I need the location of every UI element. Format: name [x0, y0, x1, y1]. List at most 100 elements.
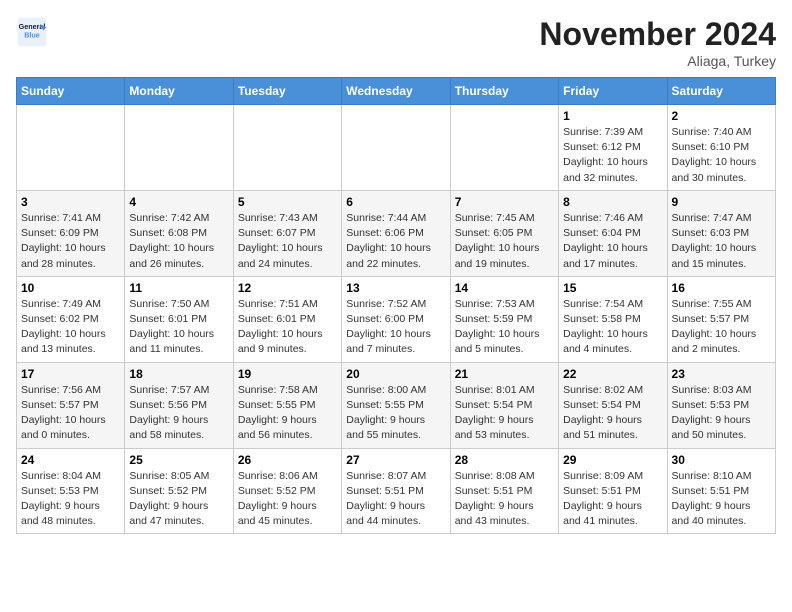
calendar-cell: 7 Sunrise: 7:45 AM Sunset: 6:05 PM Daylig…	[450, 190, 558, 276]
day-info: Sunrise: 7:54 AM Sunset: 5:58 PM Dayligh…	[563, 297, 662, 358]
day-info: Sunrise: 8:10 AM Sunset: 5:51 PM Dayligh…	[672, 469, 771, 530]
day-info: Sunrise: 8:03 AM Sunset: 5:53 PM Dayligh…	[672, 383, 771, 444]
day-number: 7	[455, 195, 554, 209]
day-number: 16	[672, 281, 771, 295]
day-info: Sunrise: 7:46 AM Sunset: 6:04 PM Dayligh…	[563, 211, 662, 272]
calendar-week-1: 1 Sunrise: 7:39 AM Sunset: 6:12 PM Daylig…	[17, 105, 776, 191]
day-info: Sunrise: 8:07 AM Sunset: 5:51 PM Dayligh…	[346, 469, 445, 530]
calendar-cell: 17Sunrise: 7:56 AM Sunset: 5:57 PM Dayli…	[17, 362, 125, 448]
day-number: 22	[563, 367, 662, 381]
day-number: 11	[129, 281, 228, 295]
day-number: 19	[238, 367, 337, 381]
day-info: Sunrise: 8:04 AM Sunset: 5:53 PM Dayligh…	[21, 469, 120, 530]
day-number: 20	[346, 367, 445, 381]
day-info: Sunrise: 7:42 AM Sunset: 6:08 PM Dayligh…	[129, 211, 228, 272]
calendar-cell: 10Sunrise: 7:49 AM Sunset: 6:02 PM Dayli…	[17, 276, 125, 362]
calendar-cell: 21 Sunrise: 8:01 AM Sunset: 5:54 PM Dayli…	[450, 362, 558, 448]
day-info: Sunrise: 7:58 AM Sunset: 5:55 PM Dayligh…	[238, 383, 337, 444]
calendar-cell: 29 Sunrise: 8:09 AM Sunset: 5:51 PM Dayli…	[559, 448, 667, 534]
title-block: November 2024 Aliaga, Turkey	[539, 16, 776, 69]
day-number: 23	[672, 367, 771, 381]
calendar-cell: 24 Sunrise: 8:04 AM Sunset: 5:53 PM Dayli…	[17, 448, 125, 534]
day-number: 10	[21, 281, 120, 295]
weekday-header-saturday: Saturday	[667, 78, 775, 105]
day-info: Sunrise: 7:53 AM Sunset: 5:59 PM Dayligh…	[455, 297, 554, 358]
calendar-table: SundayMondayTuesdayWednesdayThursdayFrid…	[16, 77, 776, 534]
calendar-cell: 16 Sunrise: 7:55 AM Sunset: 5:57 PM Dayli…	[667, 276, 775, 362]
day-number: 5	[238, 195, 337, 209]
calendar-week-3: 10Sunrise: 7:49 AM Sunset: 6:02 PM Dayli…	[17, 276, 776, 362]
day-info: Sunrise: 8:06 AM Sunset: 5:52 PM Dayligh…	[238, 469, 337, 530]
calendar-cell: 9 Sunrise: 7:47 AM Sunset: 6:03 PM Daylig…	[667, 190, 775, 276]
day-info: Sunrise: 8:05 AM Sunset: 5:52 PM Dayligh…	[129, 469, 228, 530]
day-info: Sunrise: 7:45 AM Sunset: 6:05 PM Dayligh…	[455, 211, 554, 272]
calendar-cell	[233, 105, 341, 191]
day-number: 12	[238, 281, 337, 295]
calendar-cell: 19 Sunrise: 7:58 AM Sunset: 5:55 PM Dayli…	[233, 362, 341, 448]
calendar-cell: 11 Sunrise: 7:50 AM Sunset: 6:01 PM Dayli…	[125, 276, 233, 362]
weekday-header-wednesday: Wednesday	[342, 78, 450, 105]
calendar-cell	[450, 105, 558, 191]
day-info: Sunrise: 8:09 AM Sunset: 5:51 PM Dayligh…	[563, 469, 662, 530]
weekday-header-tuesday: Tuesday	[233, 78, 341, 105]
day-info: Sunrise: 7:40 AM Sunset: 6:10 PM Dayligh…	[672, 125, 771, 186]
day-info: Sunrise: 7:55 AM Sunset: 5:57 PM Dayligh…	[672, 297, 771, 358]
day-number: 2	[672, 109, 771, 123]
calendar-cell: 5 Sunrise: 7:43 AM Sunset: 6:07 PM Daylig…	[233, 190, 341, 276]
calendar-cell: 23 Sunrise: 8:03 AM Sunset: 5:53 PM Dayli…	[667, 362, 775, 448]
day-info: Sunrise: 7:57 AM Sunset: 5:56 PM Dayligh…	[129, 383, 228, 444]
weekday-header-sunday: Sunday	[17, 78, 125, 105]
day-info: Sunrise: 7:41 AM Sunset: 6:09 PM Dayligh…	[21, 211, 120, 272]
day-number: 29	[563, 453, 662, 467]
day-info: Sunrise: 8:01 AM Sunset: 5:54 PM Dayligh…	[455, 383, 554, 444]
calendar-cell: 26Sunrise: 8:06 AM Sunset: 5:52 PM Dayli…	[233, 448, 341, 534]
calendar-cell: 8 Sunrise: 7:46 AM Sunset: 6:04 PM Daylig…	[559, 190, 667, 276]
day-info: Sunrise: 7:52 AM Sunset: 6:00 PM Dayligh…	[346, 297, 445, 358]
day-info: Sunrise: 7:43 AM Sunset: 6:07 PM Dayligh…	[238, 211, 337, 272]
calendar-cell: 4 Sunrise: 7:42 AM Sunset: 6:08 PM Daylig…	[125, 190, 233, 276]
calendar-cell: 30Sunrise: 8:10 AM Sunset: 5:51 PM Dayli…	[667, 448, 775, 534]
svg-text:Blue: Blue	[24, 31, 40, 40]
day-number: 15	[563, 281, 662, 295]
calendar-week-2: 3Sunrise: 7:41 AM Sunset: 6:09 PM Daylig…	[17, 190, 776, 276]
logo: General Blue	[16, 16, 48, 48]
weekday-header-friday: Friday	[559, 78, 667, 105]
day-number: 18	[129, 367, 228, 381]
day-number: 25	[129, 453, 228, 467]
day-info: Sunrise: 7:39 AM Sunset: 6:12 PM Dayligh…	[563, 125, 662, 186]
day-info: Sunrise: 8:08 AM Sunset: 5:51 PM Dayligh…	[455, 469, 554, 530]
calendar-cell: 3Sunrise: 7:41 AM Sunset: 6:09 PM Daylig…	[17, 190, 125, 276]
calendar-cell	[17, 105, 125, 191]
day-number: 1	[563, 109, 662, 123]
calendar-cell	[342, 105, 450, 191]
calendar-cell: 20 Sunrise: 8:00 AM Sunset: 5:55 PM Dayli…	[342, 362, 450, 448]
location: Aliaga, Turkey	[539, 53, 776, 69]
day-number: 14	[455, 281, 554, 295]
logo-icon: General Blue	[16, 16, 48, 48]
weekday-header-monday: Monday	[125, 78, 233, 105]
calendar-cell: 14 Sunrise: 7:53 AM Sunset: 5:59 PM Dayli…	[450, 276, 558, 362]
calendar-header-row: SundayMondayTuesdayWednesdayThursdayFrid…	[17, 78, 776, 105]
day-number: 28	[455, 453, 554, 467]
day-number: 13	[346, 281, 445, 295]
month-title: November 2024	[539, 16, 776, 53]
day-info: Sunrise: 8:02 AM Sunset: 5:54 PM Dayligh…	[563, 383, 662, 444]
day-number: 4	[129, 195, 228, 209]
day-number: 24	[21, 453, 120, 467]
day-number: 21	[455, 367, 554, 381]
day-info: Sunrise: 7:44 AM Sunset: 6:06 PM Dayligh…	[346, 211, 445, 272]
day-info: Sunrise: 7:51 AM Sunset: 6:01 PM Dayligh…	[238, 297, 337, 358]
day-info: Sunrise: 7:47 AM Sunset: 6:03 PM Dayligh…	[672, 211, 771, 272]
day-number: 17	[21, 367, 120, 381]
day-info: Sunrise: 8:00 AM Sunset: 5:55 PM Dayligh…	[346, 383, 445, 444]
weekday-header-thursday: Thursday	[450, 78, 558, 105]
day-number: 9	[672, 195, 771, 209]
calendar-cell: 18 Sunrise: 7:57 AM Sunset: 5:56 PM Dayli…	[125, 362, 233, 448]
calendar-cell: 1 Sunrise: 7:39 AM Sunset: 6:12 PM Daylig…	[559, 105, 667, 191]
calendar-cell: 12 Sunrise: 7:51 AM Sunset: 6:01 PM Dayli…	[233, 276, 341, 362]
calendar-cell: 6Sunrise: 7:44 AM Sunset: 6:06 PM Daylig…	[342, 190, 450, 276]
calendar-cell: 25 Sunrise: 8:05 AM Sunset: 5:52 PM Dayli…	[125, 448, 233, 534]
day-info: Sunrise: 7:50 AM Sunset: 6:01 PM Dayligh…	[129, 297, 228, 358]
day-number: 27	[346, 453, 445, 467]
day-number: 8	[563, 195, 662, 209]
